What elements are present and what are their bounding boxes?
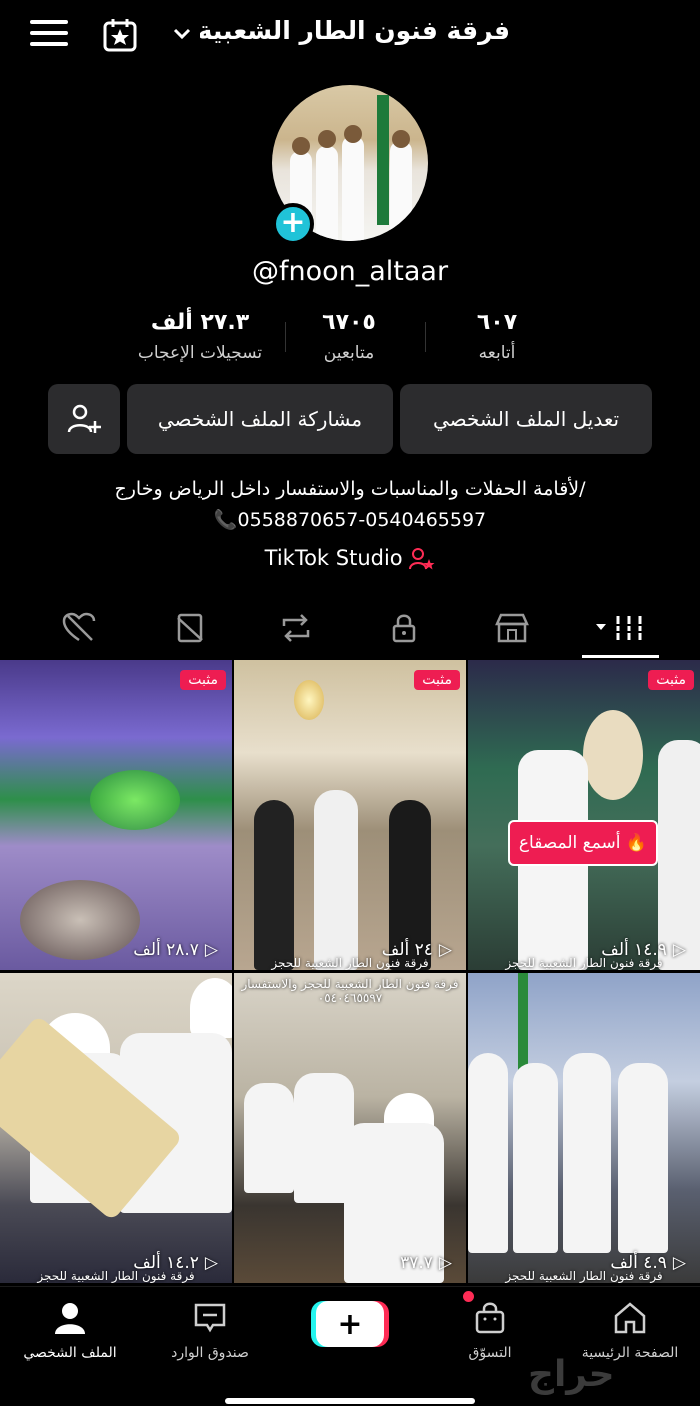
shop-icon [495, 613, 529, 643]
tab-favorites[interactable] [168, 608, 212, 648]
add-story-plus-icon[interactable]: + [272, 203, 314, 245]
home-indicator [225, 1398, 475, 1404]
calendar-star-icon[interactable] [102, 17, 138, 53]
video-thumbnail[interactable]: مثبت أسمع المصقاع 🔥 ١٤.٩ ألف ▷ فرقة فنون … [468, 660, 700, 970]
chevron-down-icon[interactable] [172, 24, 192, 44]
add-friend-button[interactable] [48, 384, 120, 454]
watermark-logo: حراج [528, 1354, 615, 1395]
video-thumbnail[interactable]: فرقة فنون الطار الشعبية للحجز والاستفسار… [234, 973, 466, 1283]
tiktok-studio-label: TikTok Studio [264, 546, 403, 570]
edit-profile-button[interactable]: تعديل الملف الشخصي [400, 384, 652, 454]
view-count-text: ٣٧.٧ [400, 1253, 433, 1273]
tab-liked[interactable] [58, 608, 102, 648]
tiktok-studio-link[interactable]: TikTok Studio [0, 546, 700, 571]
video-thumbnail[interactable]: ١٤.٢ ألف ▷ فرقة فنون الطار الشعبية للحجز [0, 973, 232, 1283]
top-bar: فرقة فنون الطار الشعبية... [0, 0, 700, 72]
video-caption: فرقة فنون الطار الشعبية للحجز والاستفسار… [241, 977, 459, 1005]
profile-icon [55, 1303, 85, 1334]
following-label: أتابعه [478, 343, 516, 363]
play-icon: ▷ [438, 1253, 452, 1273]
pinned-badge: مثبت [648, 670, 694, 690]
view-count: ٣٧.٧ ▷ [400, 1253, 452, 1273]
video-caption: فرقة فنون الطار الشعبية للحجز [505, 1269, 663, 1283]
following-stat[interactable]: ٦٠٧ أتابعه [407, 310, 587, 363]
video-caption: فرقة فنون الطار الشعبية للحجز [271, 956, 429, 970]
pinned-badge: مثبت [180, 670, 226, 690]
home-icon [614, 1302, 646, 1334]
bookmark-slash-icon [177, 613, 203, 643]
tab-shop[interactable] [490, 608, 534, 648]
hamburger-menu-icon[interactable] [30, 20, 68, 50]
inbox-icon [194, 1303, 226, 1333]
nav-shop[interactable]: التسوّق [425, 1301, 555, 1361]
bio-line-1: لأقامة الحفلات والمناسبات والاستفسار داخ… [114, 478, 586, 500]
create-button[interactable]: + [316, 1301, 384, 1347]
nav-profile[interactable]: الملف الشخصي [5, 1301, 135, 1361]
video-thumbnail[interactable]: مثبت ٢٨.٧ ألف ▷ [0, 660, 232, 970]
view-count: ٢٨.٧ ألف ▷ [133, 940, 218, 960]
bio-line-2[interactable]: 📞0558870657-0540465597 [0, 508, 700, 531]
play-icon: ▷ [204, 940, 218, 960]
content-tabs [0, 600, 700, 658]
nav-inbox-label: صندوق الوارد [171, 1345, 249, 1361]
video-caption: فرقة فنون الطار الشعبية للحجز [505, 956, 663, 970]
video-thumbnail[interactable]: مثبت ٢٤ ألف ▷ فرقة فنون الطار الشعبية للح… [234, 660, 466, 970]
nav-profile-label: الملف الشخصي [23, 1345, 117, 1361]
tab-private[interactable] [382, 608, 426, 648]
video-grid: مثبت ٢٨.٧ ألف ▷ مثبت ٢٤ ألف ▷ فرقة فنون ال… [0, 660, 700, 1284]
view-count-text: ٢٨.٧ ألف [133, 940, 199, 960]
nav-inbox[interactable]: صندوق الوارد [145, 1301, 275, 1361]
lock-icon [392, 614, 416, 643]
nav-home[interactable]: الصفحة الرئيسية [565, 1301, 695, 1361]
share-profile-button[interactable]: مشاركة الملف الشخصي [127, 384, 393, 454]
video-thumbnail[interactable]: ٤.٩ ألف ▷ فرقة فنون الطار الشعبية للحجز [468, 973, 700, 1283]
shopping-bag-icon [475, 1302, 505, 1334]
tab-videos[interactable] [596, 608, 646, 648]
profile-stats: ٢٧.٣ ألف تسجيلات الإعجاب ٦٧٠٥ متابعين ٦٠… [0, 310, 700, 380]
pinned-badge: مثبت [414, 670, 460, 690]
add-user-icon [67, 404, 101, 433]
account-title[interactable]: فرقة فنون الطار الشعبية... [200, 16, 510, 45]
studio-user-star-icon [409, 548, 435, 570]
repost-icon [282, 614, 310, 642]
tab-reposts[interactable] [274, 608, 318, 648]
video-caption: فرقة فنون الطار الشعبية للحجز [37, 1269, 195, 1283]
username: @fnoon_altaar [251, 256, 449, 287]
video-overlay-label: أسمع المصقاع 🔥 [508, 820, 658, 866]
following-count: ٦٠٧ [476, 310, 518, 335]
active-tab-indicator [582, 655, 659, 658]
heart-lock-icon [62, 612, 96, 642]
profile-avatar-container[interactable]: + [272, 85, 428, 245]
grid-videos-icon [596, 616, 644, 640]
